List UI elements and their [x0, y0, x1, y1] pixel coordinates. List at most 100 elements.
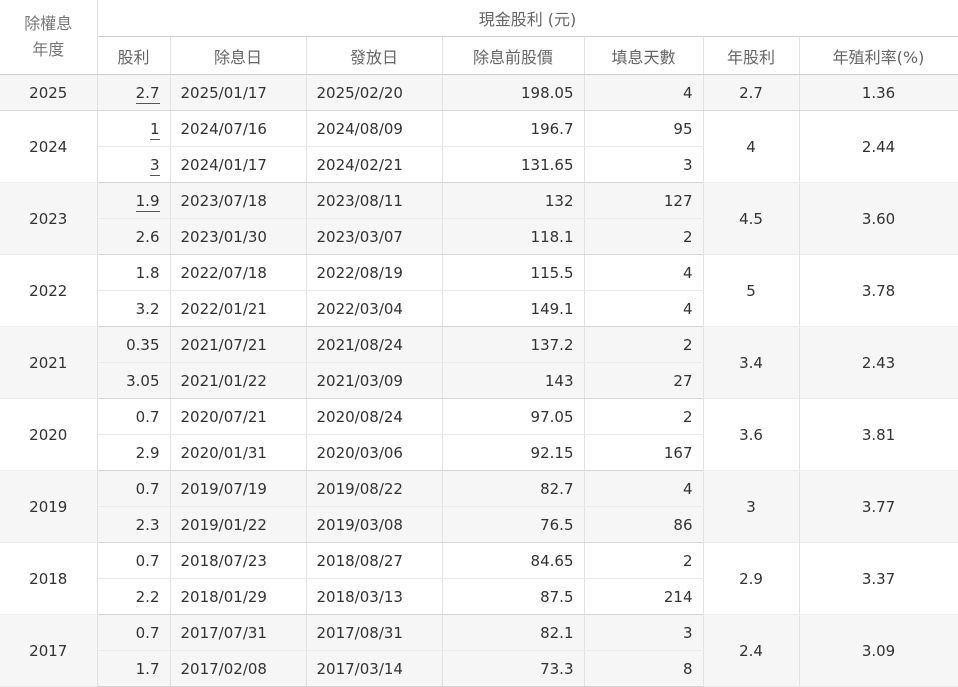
dividend-cell: 2.2 — [97, 578, 171, 615]
payment-date-cell: 2024/08/09 — [306, 110, 443, 147]
fill-days-cell: 3 — [584, 614, 704, 651]
dividend-link[interactable]: 2.7 — [135, 83, 160, 104]
ex-dividend-date-cell: 2024/01/17 — [170, 146, 307, 183]
payment-date-cell: 2021/08/24 — [306, 326, 443, 363]
dividend-cell: 0.7 — [97, 470, 171, 507]
fill-days-cell: 2 — [584, 398, 704, 435]
payment-date-cell: 2022/03/04 — [306, 290, 443, 327]
ex-dividend-date-cell: 2023/07/18 — [170, 182, 307, 219]
payment-date-cell: 2018/03/13 — [306, 578, 443, 615]
annual-yield-cell: 3.09 — [799, 614, 958, 687]
fill-days-cell: 4 — [584, 254, 704, 291]
pre-ex-price-cell: 115.5 — [442, 254, 585, 291]
dividend-cell: 0.35 — [97, 326, 171, 363]
payment-date-cell: 2017/08/31 — [306, 614, 443, 651]
ex-dividend-date-cell: 2021/01/22 — [170, 362, 307, 399]
dividend-cell[interactable]: 1.9 — [97, 182, 171, 219]
fill-days-cell: 95 — [584, 110, 704, 147]
pre-ex-price-cell: 118.1 — [442, 218, 585, 255]
payment-date-cell: 2025/02/20 — [306, 74, 443, 111]
fill-days-cell: 4 — [584, 470, 704, 507]
pre-ex-price-cell: 97.05 — [442, 398, 585, 435]
table-row: 2017 0.7 2017/07/31 2017/08/31 82.1 3 2.4 3.09 — [0, 614, 958, 687]
ex-dividend-date-cell: 2017/02/08 — [170, 650, 307, 687]
ex-dividend-date-cell: 2024/07/16 — [170, 110, 307, 147]
payment-date-cell: 2019/03/08 — [306, 506, 443, 543]
annual-dividend-cell: 4 — [703, 110, 800, 183]
payment-date-cell: 2018/08/27 — [306, 542, 443, 579]
dividend-cell: 0.7 — [97, 542, 171, 579]
ex-dividend-date-cell: 2022/01/21 — [170, 290, 307, 327]
annual-yield-cell: 3.60 — [799, 182, 958, 255]
pre-ex-price-cell: 196.7 — [442, 110, 585, 147]
annual-yield-cell: 1.36 — [799, 74, 958, 111]
fill-days-cell: 27 — [584, 362, 704, 399]
pre-ex-price-cell: 92.15 — [442, 434, 585, 471]
table-row: 2023 1.9 2023/07/18 2023/08/11 132 127 4.5 3.60 — [0, 182, 958, 255]
ex-dividend-date-cell: 2019/01/22 — [170, 506, 307, 543]
dividend-cell: 1.8 — [97, 254, 171, 291]
year-header-line1: 除權息 — [24, 14, 73, 33]
dividend-cell[interactable]: 1 — [97, 110, 171, 147]
year-cell: 2023 — [0, 182, 98, 255]
ex-dividend-date-cell: 2021/07/21 — [170, 326, 307, 363]
column-header-fill-days: 填息天數 — [584, 36, 704, 75]
dividend-cell: 2.3 — [97, 506, 171, 543]
table-row: 2021 0.35 2021/07/21 2021/08/24 137.2 2 3.4 2.4… — [0, 326, 958, 399]
pre-ex-price-cell: 76.5 — [442, 506, 585, 543]
dividend-cell[interactable]: 3 — [97, 146, 171, 183]
ex-dividend-date-cell: 2022/07/18 — [170, 254, 307, 291]
table-row: 2018 0.7 2018/07/23 2018/08/27 84.65 2 2.9 3.37 — [0, 542, 958, 615]
dividend-link[interactable]: 3 — [149, 155, 160, 176]
fill-days-cell: 214 — [584, 578, 704, 615]
dividend-cell: 3.05 — [97, 362, 171, 399]
payment-date-cell: 2019/08/22 — [306, 470, 443, 507]
pre-ex-price-cell: 73.3 — [442, 650, 585, 687]
dividend-cell: 1.7 — [97, 650, 171, 687]
fill-days-cell: 127 — [584, 182, 704, 219]
payment-date-cell: 2022/08/19 — [306, 254, 443, 291]
pre-ex-price-cell: 82.1 — [442, 614, 585, 651]
ex-dividend-date-cell: 2023/01/30 — [170, 218, 307, 255]
payment-date-cell: 2023/03/07 — [306, 218, 443, 255]
ex-dividend-date-cell: 2018/07/23 — [170, 542, 307, 579]
dividend-cell: 2.9 — [97, 434, 171, 471]
pre-ex-price-cell: 87.5 — [442, 578, 585, 615]
dividend-cell: 3.2 — [97, 290, 171, 327]
fill-days-cell: 2 — [584, 218, 704, 255]
annual-dividend-cell: 2.9 — [703, 542, 800, 615]
ex-dividend-date-cell: 2020/01/31 — [170, 434, 307, 471]
pre-ex-price-cell: 143 — [442, 362, 585, 399]
dividend-cell: 0.7 — [97, 398, 171, 435]
pre-ex-price-cell: 131.65 — [442, 146, 585, 183]
pre-ex-price-cell: 149.1 — [442, 290, 585, 327]
dividend-link[interactable]: 1.9 — [135, 191, 160, 212]
payment-date-cell: 2020/08/24 — [306, 398, 443, 435]
column-header-dividend: 股利 — [97, 36, 171, 75]
fill-days-cell: 4 — [584, 290, 704, 327]
annual-dividend-cell: 3.6 — [703, 398, 800, 471]
year-cell: 2022 — [0, 254, 98, 327]
fill-days-cell: 3 — [584, 146, 704, 183]
year-cell: 2019 — [0, 470, 98, 543]
table-row: 2020 0.7 2020/07/21 2020/08/24 97.05 2 3.6 3.81 — [0, 398, 958, 471]
ex-dividend-date-cell: 2019/07/19 — [170, 470, 307, 507]
annual-yield-cell: 3.77 — [799, 470, 958, 543]
dividend-table: 除權息 年度 現金股利 (元) 股利 除息日 發放日 除息前股價 填息天數 年股… — [0, 0, 958, 687]
pre-ex-price-cell: 198.05 — [442, 74, 585, 111]
pre-ex-price-cell: 82.7 — [442, 470, 585, 507]
year-cell: 2017 — [0, 614, 98, 687]
year-cell: 2020 — [0, 398, 98, 471]
dividend-cell: 0.7 — [97, 614, 171, 651]
annual-yield-cell: 2.44 — [799, 110, 958, 183]
year-cell: 2018 — [0, 542, 98, 615]
year-cell: 2025 — [0, 74, 98, 111]
dividend-cell[interactable]: 2.7 — [97, 74, 171, 111]
dividend-link[interactable]: 1 — [149, 119, 160, 140]
payment-date-cell: 2024/02/21 — [306, 146, 443, 183]
ex-dividend-date-cell: 2017/07/31 — [170, 614, 307, 651]
annual-yield-cell: 2.43 — [799, 326, 958, 399]
year-header-line2: 年度 — [32, 40, 65, 59]
column-header-pre-ex-price: 除息前股價 — [442, 36, 585, 75]
pre-ex-price-cell: 84.65 — [442, 542, 585, 579]
